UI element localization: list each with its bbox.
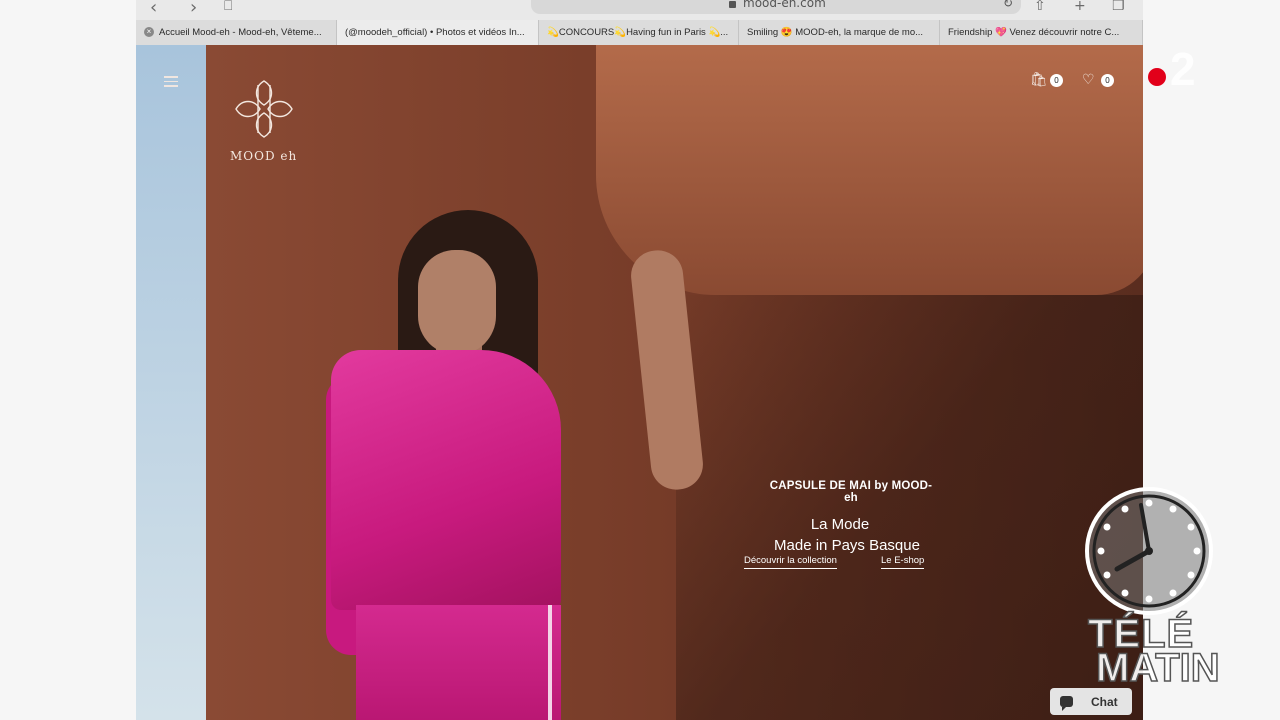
wishlist-count-badge: 0 — [1101, 74, 1114, 87]
browser-toolbar: ‹ › ⎕ mood-eh.com ↻ ⇧ + ❐ — [136, 0, 1143, 20]
share-icon[interactable]: ⇧ — [1034, 0, 1046, 14]
chat-icon — [1060, 696, 1073, 711]
chat-label: Chat — [1091, 694, 1118, 709]
left-margin — [0, 0, 136, 720]
logo-text: MOOD eh — [230, 149, 298, 163]
channel-dot — [1148, 68, 1166, 86]
hero-title-line2: Made in Pays Basque — [774, 537, 920, 554]
hero-kicker: CAPSULE DE MAI by MOOD-eh — [769, 480, 933, 504]
url-text: mood-eh.com — [743, 0, 826, 10]
cart-icon[interactable]: 🛍 — [1030, 72, 1048, 90]
hero-caption: CAPSULE DE MAI by MOOD-eh La Mode Made i… — [736, 480, 936, 554]
discover-collection-link[interactable]: Découvrir la collection — [744, 555, 837, 569]
new-tab-icon[interactable]: + — [1074, 0, 1086, 14]
cart-count-badge: 0 — [1050, 74, 1063, 87]
tab-label: Accueil Mood-eh - Mood-eh, Vêteme... — [159, 27, 322, 38]
tab-label: Smiling 😍 MOOD-eh, la marque de mo... — [747, 27, 924, 38]
model-pants — [356, 605, 561, 720]
forward-icon[interactable]: › — [190, 0, 197, 18]
hero-title-line1: La Mode — [810, 516, 870, 533]
reload-icon[interactable]: ↻ — [1003, 0, 1013, 10]
hero-banner: MOOD eh 🛍 0 ♡ 0 CAPSULE DE MAI by MOOD-e… — [136, 45, 1143, 720]
bookmarks-icon[interactable]: ⎕ — [224, 0, 232, 14]
model-face — [418, 250, 496, 355]
heart-icon[interactable]: ♡ — [1082, 72, 1100, 90]
tab-label: (@moodeh_official) • Photos et vidéos In… — [345, 27, 525, 38]
tab-friendship[interactable]: Friendship 💖 Venez découvrir notre C... — [940, 20, 1143, 45]
tabs-icon[interactable]: ❐ — [1112, 0, 1125, 14]
screen: ‹ › ⎕ mood-eh.com ↻ ⇧ + ❐ × Accueil Mood-… — [0, 0, 1280, 720]
pants-stripe — [548, 605, 552, 720]
tab-label: Friendship 💖 Venez découvrir notre C... — [948, 27, 1120, 38]
channel-number: 2 — [1170, 43, 1196, 95]
back-icon[interactable]: ‹ — [150, 0, 157, 18]
eshop-link[interactable]: Le E-shop — [881, 555, 925, 569]
address-bar[interactable]: mood-eh.com ↻ — [531, 0, 1021, 14]
tab-instagram[interactable]: (@moodeh_official) • Photos et vidéos In… — [337, 20, 539, 45]
tab-concours[interactable]: 💫CONCOURS💫Having fun in Paris 💫... — [539, 20, 739, 45]
logo-icon[interactable] — [228, 73, 300, 145]
tab-close-icon[interactable]: × — [144, 27, 154, 38]
tab-accueil[interactable]: × Accueil Mood-eh - Mood-eh, Vêteme... — [136, 20, 337, 45]
tab-bar: × Accueil Mood-eh - Mood-eh, Vêteme... (@… — [136, 20, 1143, 45]
clock-icon — [1085, 487, 1213, 615]
lock-icon — [729, 1, 736, 8]
chat-button[interactable]: Chat — [1050, 688, 1132, 715]
tab-label: 💫CONCOURS💫Having fun in Paris 💫... — [547, 27, 729, 38]
sky-background — [136, 45, 206, 720]
model-top — [331, 350, 561, 610]
menu-icon[interactable] — [164, 76, 178, 87]
tab-smiling[interactable]: Smiling 😍 MOOD-eh, la marque de mo... — [739, 20, 940, 45]
show-title-line2: MATIN — [1095, 645, 1220, 691]
